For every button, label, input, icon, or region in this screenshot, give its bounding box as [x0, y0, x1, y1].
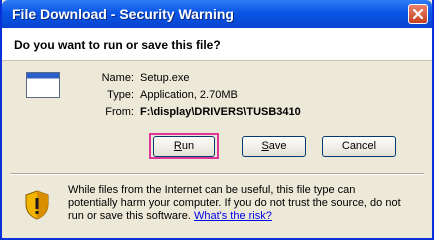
- file-name: Setup.exe: [140, 72, 190, 84]
- save-button[interactable]: Save: [242, 136, 306, 157]
- run-button[interactable]: Run: [153, 136, 215, 157]
- run-button-label: un: [181, 140, 195, 152]
- close-icon: [412, 8, 424, 20]
- separator: [10, 173, 424, 175]
- save-button-label: ave: [268, 140, 287, 152]
- cancel-button[interactable]: Cancel: [322, 136, 396, 157]
- shield-warning-icon: [25, 190, 49, 220]
- security-warning-text: While files from the Internet can be use…: [68, 184, 418, 223]
- warning-line-1: While files from the Internet can be use…: [68, 184, 356, 196]
- name-label: Name:: [101, 72, 134, 84]
- warning-line-3-text: run or save this software.: [68, 210, 191, 222]
- security-warning-dialog: File Download - Security Warning Do you …: [0, 0, 434, 240]
- file-type: Application, 2.70MB: [140, 89, 238, 101]
- close-button[interactable]: [408, 4, 428, 24]
- file-icon: [26, 72, 60, 98]
- whats-the-risk-link[interactable]: What's the risk?: [194, 210, 272, 222]
- file-source: F:\display\DRIVERS\TUSB3410: [140, 106, 301, 118]
- window-title: File Download - Security Warning: [12, 6, 234, 22]
- warning-line-2: potentially harm your computer. If you d…: [68, 197, 401, 209]
- header-band: Do you want to run or save this file?: [2, 28, 432, 61]
- warning-line-3: run or save this software. What's the ri…: [68, 210, 418, 223]
- type-label: Type:: [107, 89, 134, 101]
- dialog-question: Do you want to run or save this file?: [14, 38, 221, 52]
- title-bar[interactable]: File Download - Security Warning: [2, 0, 432, 28]
- save-button-accel: S: [261, 140, 269, 152]
- from-label: From:: [105, 106, 134, 118]
- run-button-accel: R: [173, 140, 182, 152]
